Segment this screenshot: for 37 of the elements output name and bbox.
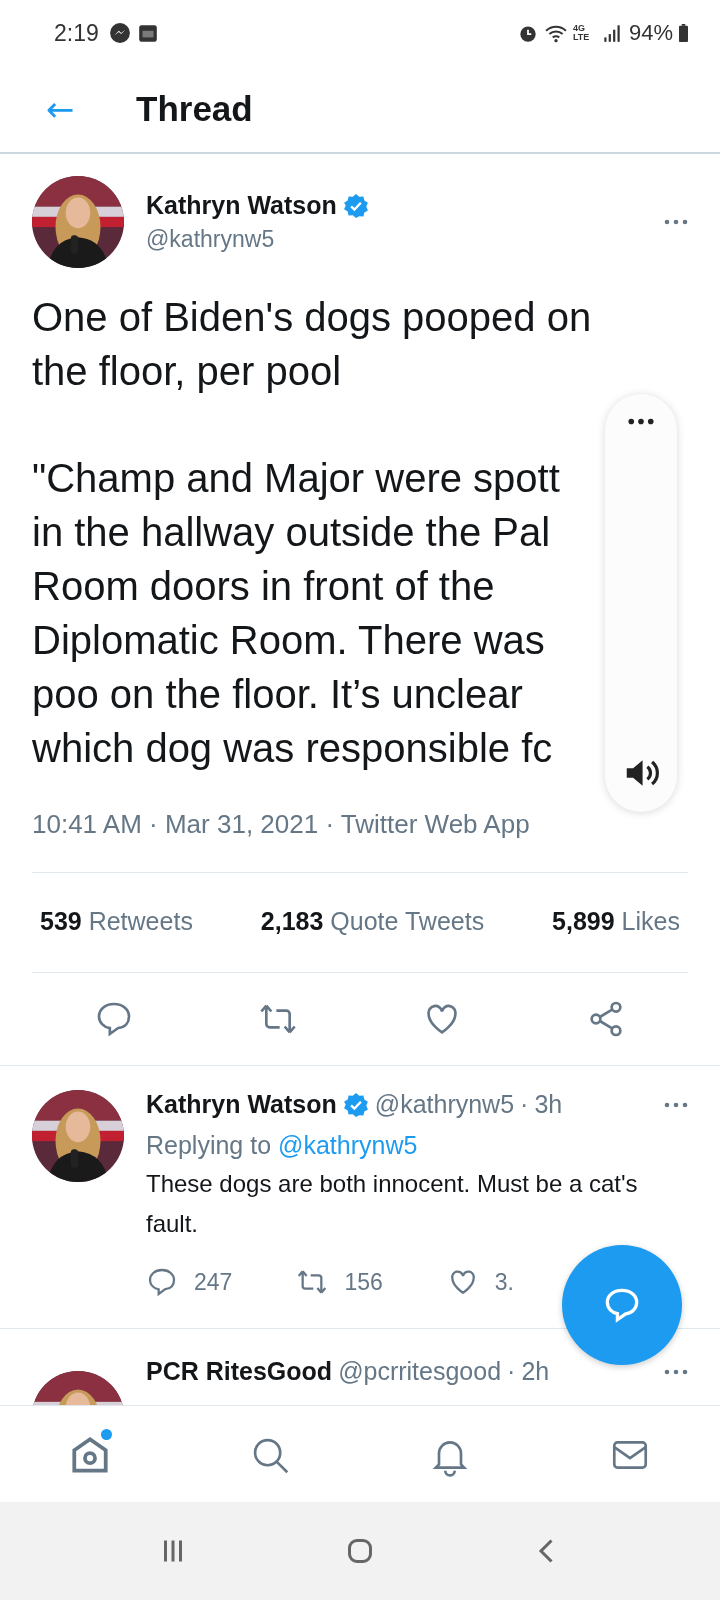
author-name[interactable]: Kathryn Watson	[146, 191, 337, 220]
status-time: 2:19	[54, 19, 99, 47]
stat-count[interactable]: 539 Retweets	[40, 907, 193, 936]
more-icon[interactable]	[628, 418, 654, 425]
replying-to-text: Replying to @kathrynw5	[146, 1131, 419, 1160]
stat-count[interactable]: 2,183 Quote Tweets	[260, 907, 485, 936]
author-handle[interactable]: @pcrritesgood	[338, 1357, 502, 1386]
post-time: 2h	[521, 1357, 550, 1386]
tweet-text-line: in the hallway outside the Pal	[32, 509, 552, 556]
author-handle[interactable]: @kathrynw5	[374, 1090, 515, 1119]
reply-count: 247	[194, 1268, 233, 1296]
like-count: 3.	[494, 1268, 514, 1296]
author-handle[interactable]: @kathrynw5	[146, 226, 275, 253]
tweet-text-line: the floor, per pool	[32, 348, 343, 395]
tweet-text-line: poo on the floor. It’s unclear	[32, 671, 524, 718]
retweet-count: 156	[344, 1268, 383, 1296]
author-name[interactable]: PCR RitesGood	[146, 1357, 333, 1386]
page-title: Thread	[136, 89, 253, 129]
author-name[interactable]: Kathryn Watson	[146, 1090, 337, 1119]
tweet-text-line: One of Biden's dogs pooped on	[32, 294, 593, 341]
tweet-text-line: "Champ and Major were spott	[32, 455, 561, 502]
tweet-text-line: which dog was responsible fc	[32, 725, 554, 772]
separator-dot: ·	[520, 1090, 529, 1119]
compose-reply-button[interactable]	[562, 1245, 682, 1365]
calendar-icon	[136, 22, 159, 44]
separator-dot: ·	[507, 1357, 516, 1386]
messenger-icon	[108, 22, 131, 44]
reply-icon[interactable]	[146, 1266, 178, 1298]
battery-icon	[679, 24, 688, 42]
post-time: 3h	[534, 1090, 563, 1119]
stat-count[interactable]: 5,899 Likes	[552, 907, 680, 936]
tweet-text-line: Room doors in front of the	[32, 563, 496, 610]
tweet-text-line: Diplomatic Room. There was	[32, 617, 546, 664]
reply-text: These dogs are both innocent. Must be a cat's fault.	[146, 1169, 639, 1239]
tweet-timestamp: 10:41 AM · Mar 31, 2021 · Twitter Web App	[32, 775, 688, 873]
battery-percent: 94%	[628, 20, 673, 46]
network-type: 4G LTE	[572, 24, 591, 42]
